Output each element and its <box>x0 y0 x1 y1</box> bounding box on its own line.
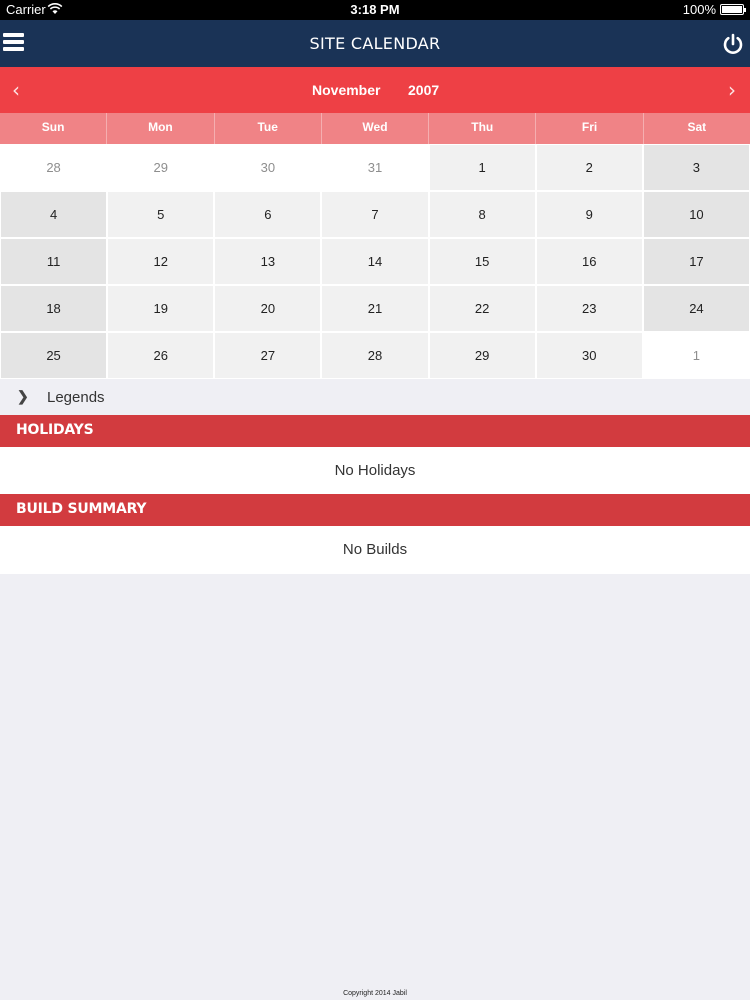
calendar-day[interactable]: 19 <box>107 285 215 332</box>
weekday-label: Tue <box>215 113 322 144</box>
builds-empty-text: No Builds <box>342 541 408 558</box>
calendar-day[interactable]: 30 <box>214 144 322 191</box>
calendar-day[interactable]: 2 <box>535 144 643 191</box>
holidays-body: No Holidays <box>0 447 750 494</box>
calendar-day[interactable]: 22 <box>428 285 536 332</box>
chevron-right-icon[interactable]: › <box>728 78 736 102</box>
calendar-day[interactable]: 15 <box>428 238 536 285</box>
battery-icon <box>720 4 746 15</box>
holidays-title: HOLIDAYS <box>16 422 94 438</box>
power-icon[interactable] <box>722 33 744 55</box>
weekday-label: Mon <box>107 113 215 144</box>
calendar-day[interactable]: 28 <box>321 332 429 379</box>
build-summary-title: BUILD SUMMARY <box>16 501 147 517</box>
calendar-day[interactable]: 4 <box>0 191 108 238</box>
weekday-label: Thu <box>429 113 537 144</box>
weekday-header: Sun Mon Tue Wed Thu Fri Sat <box>0 113 750 144</box>
calendar-day[interactable]: 1 <box>642 332 750 379</box>
month-header: ‹ November 2007 › <box>0 67 750 113</box>
calendar-day[interactable]: 8 <box>428 191 536 238</box>
weekday-label: Sat <box>687 120 707 134</box>
weekday-label: Sun <box>0 113 108 144</box>
legends-label: Legends <box>47 389 105 406</box>
chevron-right-icon: ❯ <box>17 388 29 404</box>
calendar-day[interactable]: 24 <box>642 285 750 332</box>
copyright-footer: Copyright 2014 Jabil <box>343 990 407 997</box>
calendar-day[interactable]: 29 <box>428 332 536 379</box>
status-bar: Carrier 3:18 PM 100% <box>0 0 750 20</box>
nav-bar: SITE CALENDAR <box>0 20 750 67</box>
month-label: November <box>312 82 381 98</box>
calendar-day[interactable]: 6 <box>214 191 322 238</box>
legends-toggle[interactable]: ❯ Legends <box>0 380 750 414</box>
calendar-day[interactable]: 16 <box>535 238 643 285</box>
calendar-day[interactable]: 7 <box>321 191 429 238</box>
calendar-day[interactable]: 11 <box>0 238 108 285</box>
calendar-day[interactable]: 14 <box>321 238 429 285</box>
calendar-day[interactable]: 29 <box>107 144 215 191</box>
weekday-label: Wed <box>322 113 430 144</box>
calendar-day[interactable]: 30 <box>535 332 643 379</box>
holidays-empty-text: No Holidays <box>334 462 416 479</box>
calendar-day[interactable]: 13 <box>214 238 322 285</box>
weekday-label: Fri <box>536 113 644 144</box>
calendar-day[interactable]: 3 <box>642 144 750 191</box>
build-summary-header: BUILD SUMMARY <box>0 494 750 526</box>
calendar-day[interactable]: 27 <box>214 332 322 379</box>
holidays-header: HOLIDAYS <box>0 415 750 447</box>
calendar-day[interactable]: 28 <box>0 144 108 191</box>
calendar-day[interactable]: 23 <box>535 285 643 332</box>
calendar-day[interactable]: 31 <box>321 144 429 191</box>
calendar-day[interactable]: 26 <box>107 332 215 379</box>
chevron-left-icon[interactable]: ‹ <box>12 78 20 102</box>
calendar-day[interactable]: 17 <box>642 238 750 285</box>
year-label: 2007 <box>408 82 440 98</box>
calendar-day[interactable]: 20 <box>214 285 322 332</box>
status-time: 3:18 PM <box>350 2 400 17</box>
calendar-day[interactable]: 18 <box>0 285 108 332</box>
page-title: SITE CALENDAR <box>309 34 441 53</box>
calendar-day[interactable]: 21 <box>321 285 429 332</box>
calendar-grid: 28 29 30 31 1 2 3 4 5 6 7 8 9 10 11 12 1… <box>0 144 750 379</box>
calendar-day[interactable]: 12 <box>107 238 215 285</box>
calendar-day[interactable]: 5 <box>107 191 215 238</box>
battery-percent: 100% <box>682 2 716 17</box>
calendar-day[interactable]: 1 <box>428 144 536 191</box>
calendar-day[interactable]: 9 <box>535 191 643 238</box>
calendar-day[interactable]: 10 <box>642 191 750 238</box>
calendar-day[interactable]: 25 <box>0 332 108 379</box>
build-summary-body: No Builds <box>0 526 750 574</box>
